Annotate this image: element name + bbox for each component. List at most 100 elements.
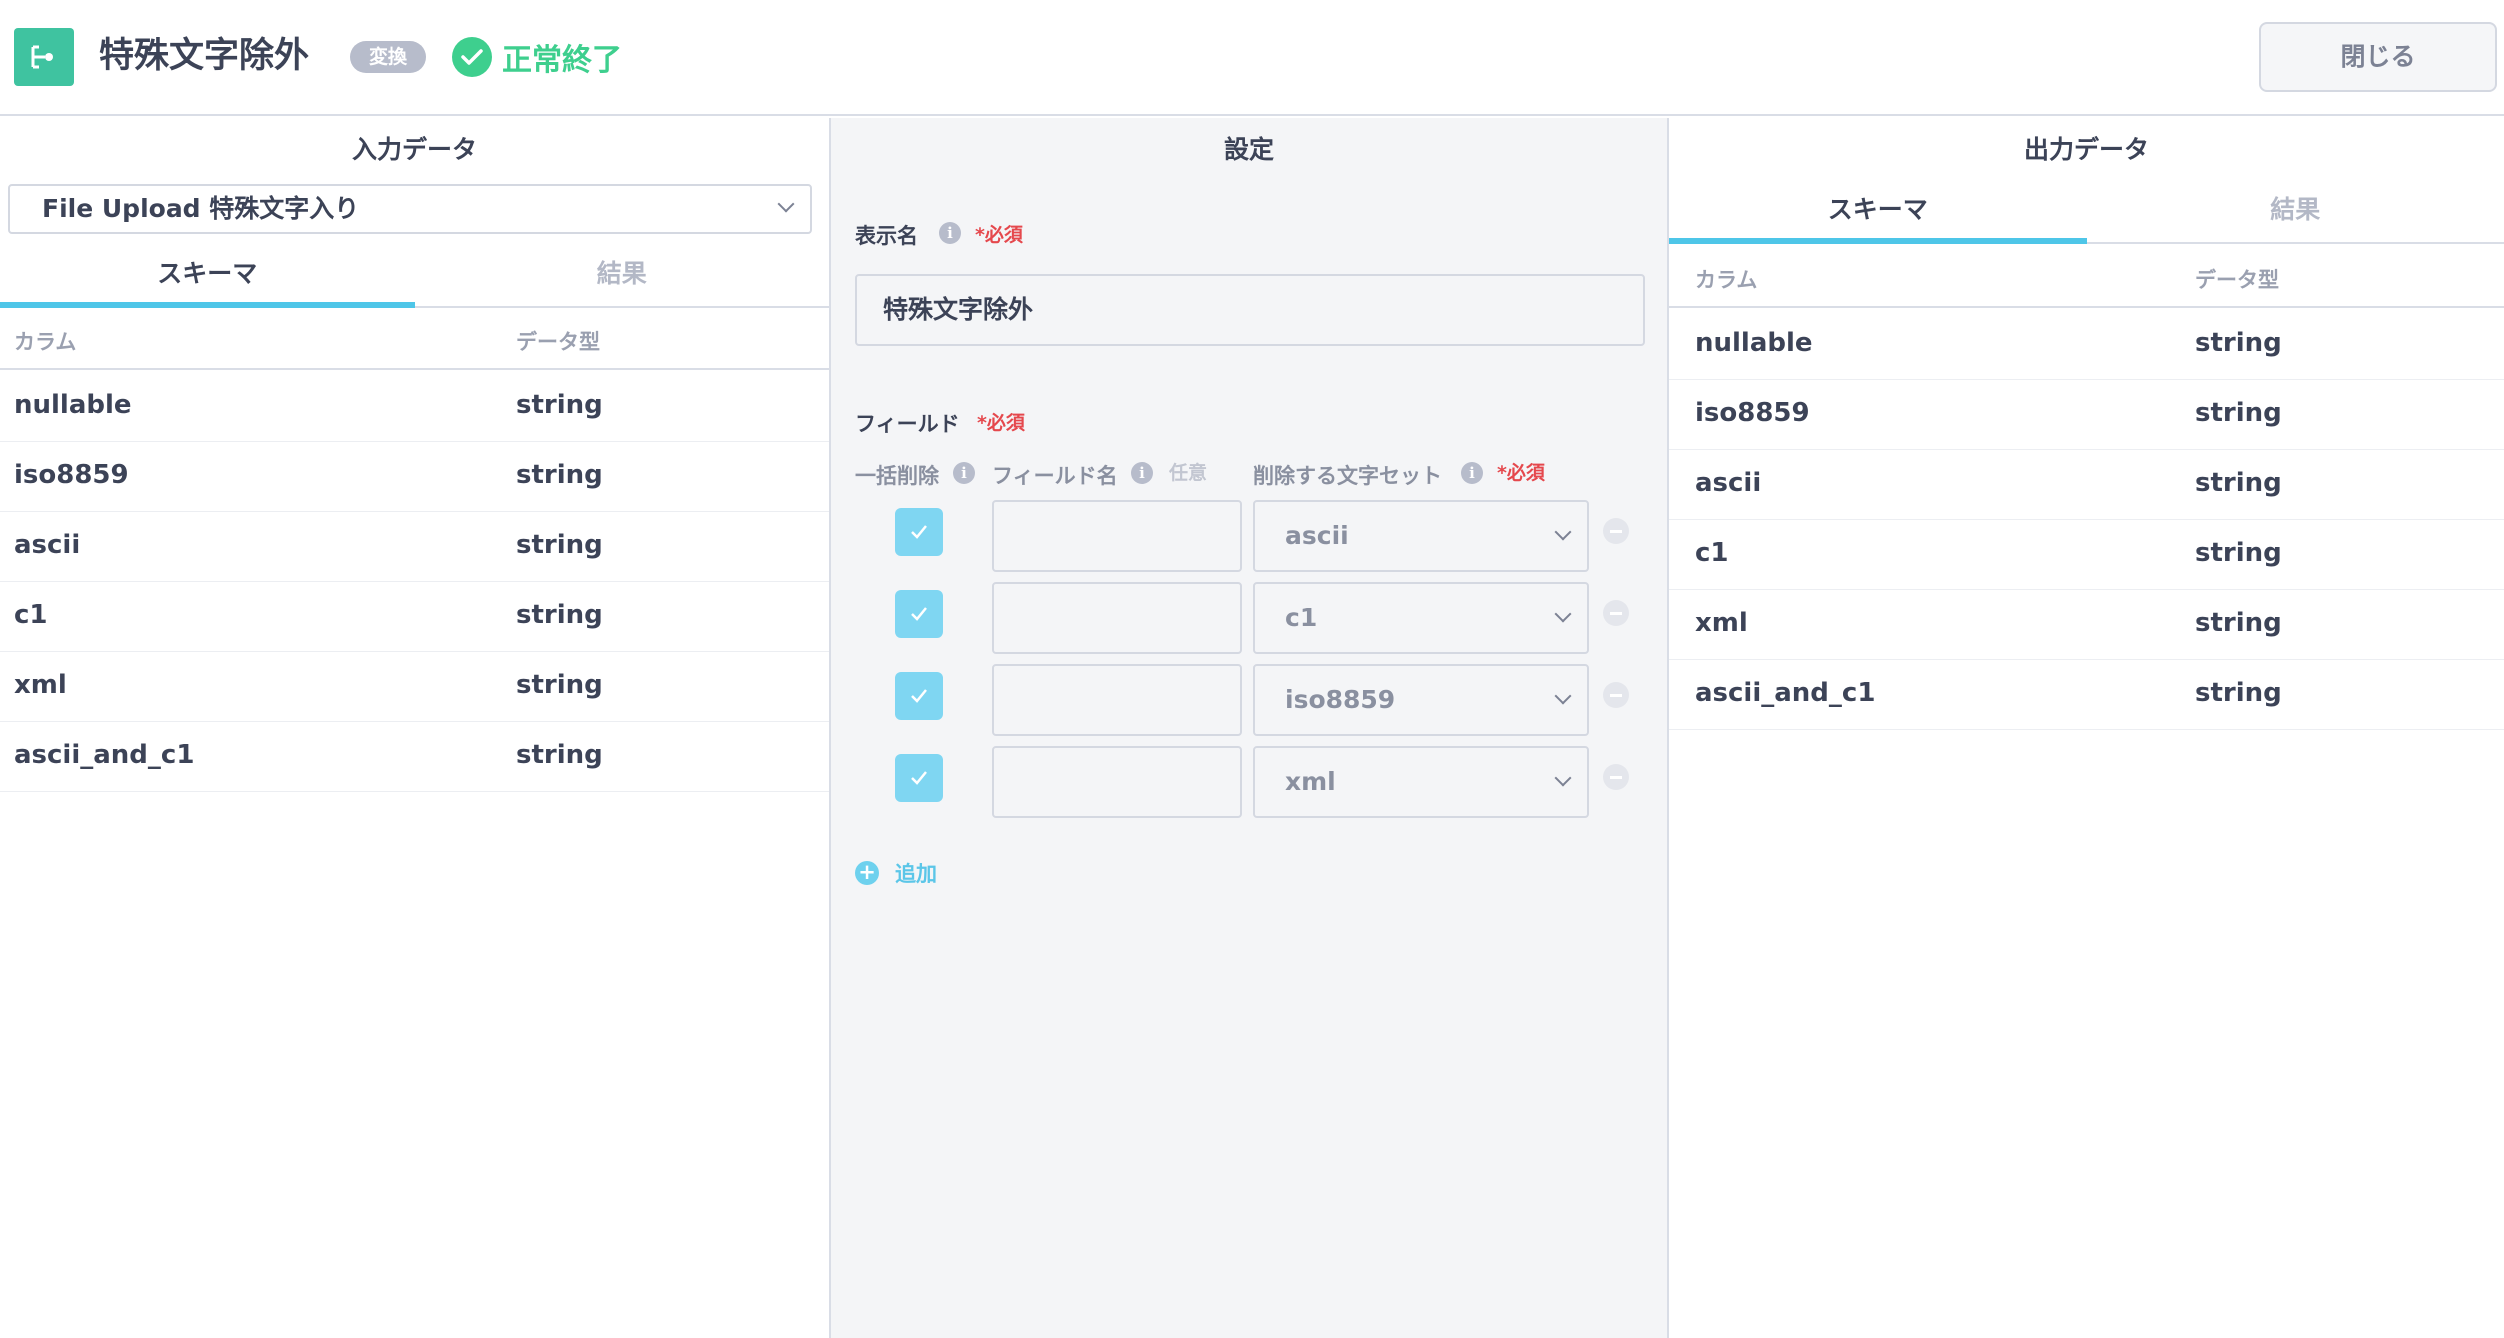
column-name: nullable bbox=[1695, 328, 1813, 358]
header-bar: 特殊文字除外 変換 正常終了 閉じる bbox=[0, 0, 2504, 116]
remove-field-icon[interactable] bbox=[1603, 764, 1629, 790]
field-name-input[interactable] bbox=[992, 746, 1242, 818]
charset-value: xml bbox=[1285, 767, 1336, 796]
chevron-down-icon bbox=[1554, 687, 1572, 705]
field-name-input[interactable] bbox=[992, 664, 1242, 736]
remove-field-icon[interactable] bbox=[1603, 518, 1629, 544]
tab-results[interactable]: 結果 bbox=[2087, 180, 2504, 244]
field-name-header: フィールド名 bbox=[992, 464, 1118, 488]
charset-value: ascii bbox=[1285, 521, 1349, 550]
charset-select[interactable]: ascii bbox=[1253, 500, 1589, 572]
column-type: string bbox=[516, 740, 603, 770]
input-source-select[interactable]: File Upload 特殊文字入り bbox=[8, 184, 812, 234]
add-field-button[interactable]: + 追加 bbox=[855, 858, 937, 888]
optional-mark: 任意 bbox=[1169, 462, 1208, 484]
column-type: string bbox=[516, 530, 603, 560]
check-circle-icon bbox=[452, 37, 492, 77]
charset-header: 削除する文字セット bbox=[1253, 464, 1442, 488]
required-mark: *必須 bbox=[1497, 462, 1545, 484]
plus-circle-icon: + bbox=[855, 861, 879, 885]
field-name-input[interactable] bbox=[992, 582, 1242, 654]
table-row: iso8859 string bbox=[0, 442, 829, 512]
tab-results[interactable]: 結果 bbox=[415, 244, 830, 308]
table-row: c1 string bbox=[1669, 520, 2504, 590]
required-mark: *必須 bbox=[977, 412, 1025, 434]
column-name: c1 bbox=[1695, 538, 1729, 568]
settings-panel: 設定 表示名 i *必須 特殊文字除外 フィールド *必須 一括削除 i フィー… bbox=[831, 118, 1669, 1338]
output-data-panel: 出力データ スキーマ 結果 カラム データ型 nullable string i… bbox=[1669, 118, 2504, 1338]
table-row: ascii_and_c1 string bbox=[0, 722, 829, 792]
fields-label: フィールド bbox=[855, 412, 960, 436]
column-header-type: データ型 bbox=[516, 330, 600, 354]
column-header-column: カラム bbox=[14, 330, 77, 354]
field-row: ascii bbox=[831, 500, 1667, 574]
field-row: xml bbox=[831, 746, 1667, 820]
display-name-input[interactable]: 特殊文字除外 bbox=[855, 274, 1645, 346]
table-row: nullable string bbox=[0, 372, 829, 442]
input-table-header: カラム データ型 bbox=[0, 310, 829, 370]
active-tab-indicator bbox=[0, 302, 415, 308]
column-name: xml bbox=[14, 670, 67, 700]
charset-select[interactable]: c1 bbox=[1253, 582, 1589, 654]
table-row: iso8859 string bbox=[1669, 380, 2504, 450]
close-button[interactable]: 閉じる bbox=[2259, 22, 2497, 92]
charset-value: c1 bbox=[1285, 603, 1318, 632]
input-source-value: File Upload 特殊文字入り bbox=[42, 194, 360, 223]
active-tab-indicator bbox=[1669, 238, 2087, 244]
column-header-column: カラム bbox=[1695, 268, 1758, 292]
table-row: ascii string bbox=[1669, 450, 2504, 520]
chevron-down-icon bbox=[1554, 605, 1572, 623]
status-text: 正常終了 bbox=[502, 43, 622, 78]
table-row: xml string bbox=[1669, 590, 2504, 660]
required-mark: *必須 bbox=[975, 224, 1023, 246]
charset-value: iso8859 bbox=[1285, 685, 1396, 714]
column-type: string bbox=[516, 460, 603, 490]
chevron-down-icon bbox=[1554, 769, 1572, 787]
charset-select[interactable]: iso8859 bbox=[1253, 664, 1589, 736]
column-name: iso8859 bbox=[1695, 398, 1810, 428]
display-name-label: 表示名 bbox=[855, 224, 918, 248]
table-row: xml string bbox=[0, 652, 829, 722]
flow-node-icon bbox=[14, 28, 74, 86]
column-name: ascii bbox=[14, 530, 81, 560]
info-icon[interactable]: i bbox=[1461, 462, 1483, 484]
output-panel-title: 出力データ bbox=[2023, 135, 2149, 164]
column-type: string bbox=[2195, 328, 2282, 358]
column-type: string bbox=[2195, 608, 2282, 638]
table-row: ascii string bbox=[0, 512, 829, 582]
input-panel-title: 入力データ bbox=[351, 135, 477, 164]
column-header-type: データ型 bbox=[2195, 268, 2279, 292]
field-row: iso8859 bbox=[831, 664, 1667, 738]
column-type: string bbox=[2195, 468, 2282, 498]
column-name: ascii_and_c1 bbox=[14, 740, 195, 770]
column-name: c1 bbox=[14, 600, 48, 630]
charset-select[interactable]: xml bbox=[1253, 746, 1589, 818]
column-name: iso8859 bbox=[14, 460, 129, 490]
column-name: nullable bbox=[14, 390, 132, 420]
add-field-label: 追加 bbox=[895, 862, 937, 886]
column-type: string bbox=[516, 600, 603, 630]
type-badge: 変換 bbox=[350, 41, 426, 73]
info-icon[interactable]: i bbox=[953, 462, 975, 484]
table-row: c1 string bbox=[0, 582, 829, 652]
column-type: string bbox=[2195, 398, 2282, 428]
bulk-delete-checkbox[interactable] bbox=[895, 672, 943, 720]
remove-field-icon[interactable] bbox=[1603, 682, 1629, 708]
field-name-input[interactable] bbox=[992, 500, 1242, 572]
output-table-header: カラム データ型 bbox=[1669, 248, 2504, 308]
column-type: string bbox=[516, 670, 603, 700]
tab-schema[interactable]: スキーマ bbox=[0, 244, 415, 308]
field-row: c1 bbox=[831, 582, 1667, 656]
column-name: ascii_and_c1 bbox=[1695, 678, 1876, 708]
column-type: string bbox=[2195, 538, 2282, 568]
info-icon[interactable]: i bbox=[1131, 462, 1153, 484]
bulk-delete-checkbox[interactable] bbox=[895, 590, 943, 638]
bulk-delete-checkbox[interactable] bbox=[895, 754, 943, 802]
remove-field-icon[interactable] bbox=[1603, 600, 1629, 626]
info-icon[interactable]: i bbox=[939, 222, 961, 244]
input-data-panel: 入力データ File Upload 特殊文字入り スキーマ 結果 カラム データ… bbox=[0, 118, 831, 1338]
bulk-delete-checkbox[interactable] bbox=[895, 508, 943, 556]
tab-schema[interactable]: スキーマ bbox=[1669, 180, 2087, 244]
chevron-down-icon bbox=[1554, 523, 1572, 541]
column-name: ascii bbox=[1695, 468, 1762, 498]
